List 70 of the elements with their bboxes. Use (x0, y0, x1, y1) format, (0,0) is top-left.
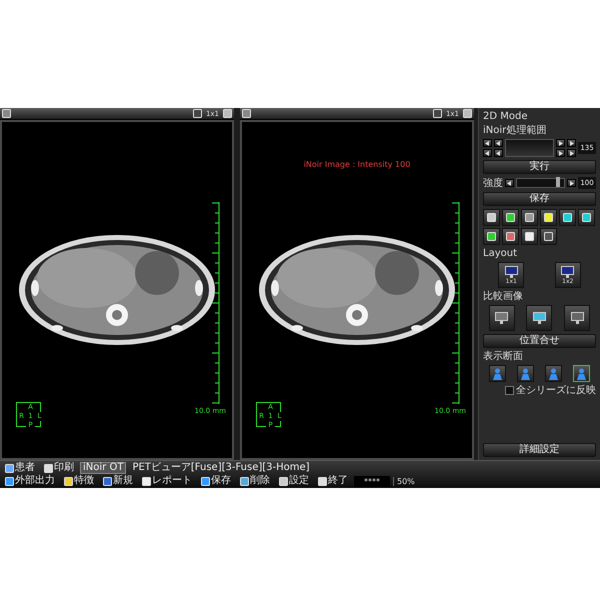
checkbox-label: 全シリーズに反映 (516, 385, 596, 396)
status-field: **** (354, 476, 390, 486)
square-icon (192, 109, 202, 118)
taskbar-button[interactable]: 外部出力 (2, 475, 58, 487)
person-icon (548, 368, 560, 380)
next-button[interactable] (556, 139, 565, 147)
left-triangle-icon (507, 180, 512, 186)
strength-slider[interactable] (516, 178, 565, 188)
mode-title: 2D Mode (483, 111, 528, 122)
checkbox[interactable] (505, 386, 514, 395)
taskbar-button[interactable]: 終了 (315, 475, 351, 487)
previous-button[interactable] (494, 139, 503, 147)
layout-heading: Layout (483, 248, 518, 259)
run-button[interactable]: 実行 (483, 160, 596, 174)
last-button[interactable] (567, 139, 576, 147)
taskbar-item[interactable]: 患者 (2, 462, 38, 474)
monitor-icon (504, 266, 518, 278)
compare-button[interactable] (526, 305, 552, 331)
section-button[interactable] (573, 365, 590, 382)
tool-button[interactable] (521, 209, 538, 226)
person-icon (576, 368, 588, 380)
section-heading: 表示断面 (483, 351, 524, 362)
taskbar-item[interactable]: PETビューア[Fuse][3-Fuse][3-Home] (129, 462, 313, 474)
compare-heading: 比較画像 (483, 291, 524, 302)
taskbar-button[interactable]: レポート (139, 475, 195, 487)
previous-button[interactable] (505, 179, 514, 187)
section-button[interactable] (516, 365, 534, 382)
taskbar-button[interactable]: 新規 (100, 475, 136, 487)
last-button[interactable] (567, 149, 576, 157)
tool-button[interactable] (502, 228, 519, 245)
monitor-icon (495, 312, 508, 324)
tool-button[interactable] (521, 228, 538, 245)
align-button[interactable]: 位置合せ (483, 334, 596, 348)
zoom-level: 50% (393, 476, 415, 486)
section-button[interactable] (488, 365, 506, 382)
monitor-icon (561, 266, 574, 278)
tool-button[interactable] (540, 228, 557, 245)
range-track[interactable] (505, 139, 554, 157)
tool-button[interactable] (559, 209, 576, 226)
first-button[interactable] (483, 149, 492, 157)
section-button[interactable] (545, 365, 562, 382)
monitor-icon (570, 312, 584, 324)
taskbar-button[interactable]: 特徴 (61, 475, 97, 487)
save-button[interactable]: 保存 (483, 192, 596, 206)
tool-button[interactable] (540, 209, 557, 226)
monitor-icon (532, 312, 546, 324)
tool-button[interactable] (578, 209, 595, 226)
first-button[interactable] (483, 139, 492, 147)
detail-settings-button[interactable]: 詳細設定 (483, 443, 596, 457)
taskbar-button[interactable]: 保存 (198, 475, 234, 487)
compare-button[interactable] (488, 305, 515, 331)
taskbar-button[interactable]: 設定 (276, 475, 312, 487)
taskbar-button[interactable]: 削除 (237, 475, 273, 487)
tool-button[interactable] (502, 209, 519, 226)
taskbar-item[interactable]: iNoir OT (80, 462, 126, 474)
next-button[interactable] (556, 149, 565, 157)
overlay-text: iNoir Image : Intensity 100 (302, 160, 412, 169)
strength-label: 強度 (483, 178, 503, 188)
square-icon (432, 109, 442, 118)
slider-thumb[interactable] (556, 177, 560, 187)
person-icon (492, 368, 503, 380)
next-button[interactable] (567, 179, 576, 187)
right-triangle-icon (569, 180, 574, 186)
range-label: iNoir処理範囲 (483, 125, 548, 136)
tool-button[interactable] (483, 209, 500, 226)
taskbar-item[interactable]: 印刷 (41, 462, 77, 474)
person-icon (520, 368, 531, 380)
previous-button[interactable] (494, 149, 503, 157)
tool-button[interactable] (483, 228, 500, 245)
compare-button[interactable] (564, 305, 590, 331)
